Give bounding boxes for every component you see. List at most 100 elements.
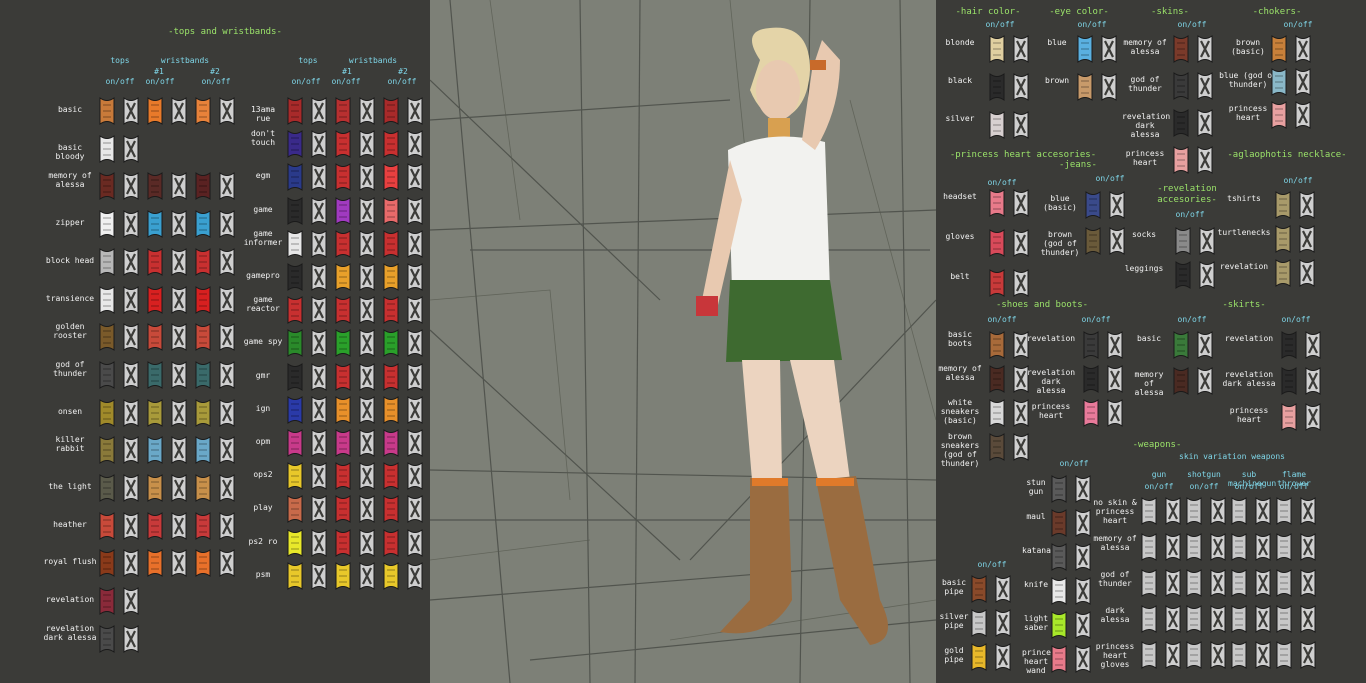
option-right-skins-3-on-toggle[interactable]	[1172, 145, 1190, 175]
top-b-9-slot-2-on-toggle[interactable]	[382, 395, 400, 425]
top-7-slot-0-on-toggle[interactable]	[98, 360, 116, 390]
weapon-3-1-off-toggle[interactable]	[1209, 604, 1227, 634]
option-right-rev-1-off-toggle[interactable]	[1198, 260, 1216, 290]
pipe-2-off-toggle[interactable]	[994, 642, 1012, 672]
pipe-2-on-toggle[interactable]	[970, 642, 988, 672]
top-0-slot-0-on-toggle[interactable]	[98, 96, 116, 126]
top-b-12-slot-1-off-toggle[interactable]	[358, 494, 376, 524]
top-1-slot-0-off-toggle[interactable]	[122, 134, 140, 164]
skirt-b-1-off-toggle[interactable]	[1304, 366, 1322, 396]
option-right-eye-1-off-toggle[interactable]	[1100, 72, 1118, 102]
weapon-3-2-on-toggle[interactable]	[1230, 604, 1248, 634]
option-right-jeans-1-on-toggle[interactable]	[1084, 226, 1102, 256]
weapon-2-1-off-toggle[interactable]	[1209, 568, 1227, 598]
top-b-11-slot-2-off-toggle[interactable]	[406, 461, 424, 491]
top-b-8-slot-2-on-toggle[interactable]	[382, 362, 400, 392]
weapon-1-1-off-toggle[interactable]	[1209, 532, 1227, 562]
melee-1-on-toggle[interactable]	[1050, 508, 1068, 538]
weapon-4-2-off-toggle[interactable]	[1254, 640, 1272, 670]
shoe-a-2-on-toggle[interactable]	[988, 398, 1006, 428]
option-right-skins-0-on-toggle[interactable]	[1172, 34, 1190, 64]
top-4-slot-0-off-toggle[interactable]	[122, 247, 140, 277]
top-10-slot-0-on-toggle[interactable]	[98, 473, 116, 503]
option-right-agl-2-off-toggle[interactable]	[1298, 258, 1316, 288]
weapon-0-3-on-toggle[interactable]	[1275, 496, 1293, 526]
top-9-slot-2-off-toggle[interactable]	[218, 435, 236, 465]
top-b-10-slot-1-on-toggle[interactable]	[334, 428, 352, 458]
top-b-1-slot-1-on-toggle[interactable]	[334, 129, 352, 159]
option-right-jeans-0-off-toggle[interactable]	[1108, 190, 1126, 220]
top-b-5-slot-2-off-toggle[interactable]	[406, 262, 424, 292]
weapon-1-3-off-toggle[interactable]	[1299, 532, 1317, 562]
weapon-3-2-off-toggle[interactable]	[1254, 604, 1272, 634]
skirt-b-2-on-toggle[interactable]	[1280, 402, 1298, 432]
option-right-skins-2-on-toggle[interactable]	[1172, 108, 1190, 138]
option-right-hair-2-off-toggle[interactable]	[1012, 110, 1030, 140]
option-right-ph-1-on-toggle[interactable]	[988, 228, 1006, 258]
top-12-slot-0-on-toggle[interactable]	[98, 548, 116, 578]
skirt-a-0-on-toggle[interactable]	[1172, 330, 1190, 360]
melee-5-on-toggle[interactable]	[1050, 644, 1068, 674]
option-right-eye-0-off-toggle[interactable]	[1100, 34, 1118, 64]
top-b-9-slot-0-on-toggle[interactable]	[286, 395, 304, 425]
top-b-2-slot-2-off-toggle[interactable]	[406, 162, 424, 192]
shoe-b-0-on-toggle[interactable]	[1082, 330, 1100, 360]
top-3-slot-0-off-toggle[interactable]	[122, 209, 140, 239]
option-right-skins-2-off-toggle[interactable]	[1196, 108, 1214, 138]
top-2-slot-1-off-toggle[interactable]	[170, 171, 188, 201]
top-b-8-slot-1-on-toggle[interactable]	[334, 362, 352, 392]
top-b-6-slot-2-off-toggle[interactable]	[406, 295, 424, 325]
top-8-slot-1-off-toggle[interactable]	[170, 398, 188, 428]
option-right-ph-0-on-toggle[interactable]	[988, 188, 1006, 218]
top-11-slot-2-on-toggle[interactable]	[194, 511, 212, 541]
top-0-slot-1-off-toggle[interactable]	[170, 96, 188, 126]
top-b-11-slot-0-on-toggle[interactable]	[286, 461, 304, 491]
top-b-12-slot-2-off-toggle[interactable]	[406, 494, 424, 524]
top-b-2-slot-1-off-toggle[interactable]	[358, 162, 376, 192]
top-b-10-slot-0-off-toggle[interactable]	[310, 428, 328, 458]
top-3-slot-1-off-toggle[interactable]	[170, 209, 188, 239]
option-right-hair-1-off-toggle[interactable]	[1012, 72, 1030, 102]
melee-3-on-toggle[interactable]	[1050, 576, 1068, 606]
top-b-5-slot-2-on-toggle[interactable]	[382, 262, 400, 292]
top-2-slot-1-on-toggle[interactable]	[146, 171, 164, 201]
top-5-slot-1-off-toggle[interactable]	[170, 285, 188, 315]
top-b-4-slot-0-off-toggle[interactable]	[310, 229, 328, 259]
top-2-slot-0-off-toggle[interactable]	[122, 171, 140, 201]
top-b-6-slot-1-on-toggle[interactable]	[334, 295, 352, 325]
top-b-3-slot-1-off-toggle[interactable]	[358, 196, 376, 226]
weapon-2-0-on-toggle[interactable]	[1140, 568, 1158, 598]
weapon-0-0-on-toggle[interactable]	[1140, 496, 1158, 526]
option-right-agl-0-off-toggle[interactable]	[1298, 190, 1316, 220]
top-b-5-slot-1-on-toggle[interactable]	[334, 262, 352, 292]
top-8-slot-0-on-toggle[interactable]	[98, 398, 116, 428]
top-3-slot-2-off-toggle[interactable]	[218, 209, 236, 239]
skirt-b-2-off-toggle[interactable]	[1304, 402, 1322, 432]
top-b-0-slot-2-on-toggle[interactable]	[382, 96, 400, 126]
top-b-11-slot-2-on-toggle[interactable]	[382, 461, 400, 491]
top-13-slot-0-off-toggle[interactable]	[122, 586, 140, 616]
weapon-1-0-off-toggle[interactable]	[1164, 532, 1182, 562]
option-right-chokers-0-on-toggle[interactable]	[1270, 34, 1288, 64]
pipe-0-on-toggle[interactable]	[970, 574, 988, 604]
top-b-7-slot-0-off-toggle[interactable]	[310, 328, 328, 358]
top-4-slot-1-off-toggle[interactable]	[170, 247, 188, 277]
top-b-14-slot-0-on-toggle[interactable]	[286, 561, 304, 591]
top-4-slot-2-on-toggle[interactable]	[194, 247, 212, 277]
top-b-14-slot-1-off-toggle[interactable]	[358, 561, 376, 591]
top-0-slot-2-off-toggle[interactable]	[218, 96, 236, 126]
option-right-hair-1-on-toggle[interactable]	[988, 72, 1006, 102]
weapon-0-2-on-toggle[interactable]	[1230, 496, 1248, 526]
top-9-slot-0-off-toggle[interactable]	[122, 435, 140, 465]
top-b-8-slot-2-off-toggle[interactable]	[406, 362, 424, 392]
top-b-5-slot-0-on-toggle[interactable]	[286, 262, 304, 292]
option-right-rev-1-on-toggle[interactable]	[1174, 260, 1192, 290]
top-10-slot-1-off-toggle[interactable]	[170, 473, 188, 503]
weapon-3-0-off-toggle[interactable]	[1164, 604, 1182, 634]
skirt-a-0-off-toggle[interactable]	[1196, 330, 1214, 360]
top-12-slot-0-off-toggle[interactable]	[122, 548, 140, 578]
top-7-slot-1-on-toggle[interactable]	[146, 360, 164, 390]
weapon-1-2-off-toggle[interactable]	[1254, 532, 1272, 562]
weapon-2-0-off-toggle[interactable]	[1164, 568, 1182, 598]
shoe-b-1-off-toggle[interactable]	[1106, 364, 1124, 394]
